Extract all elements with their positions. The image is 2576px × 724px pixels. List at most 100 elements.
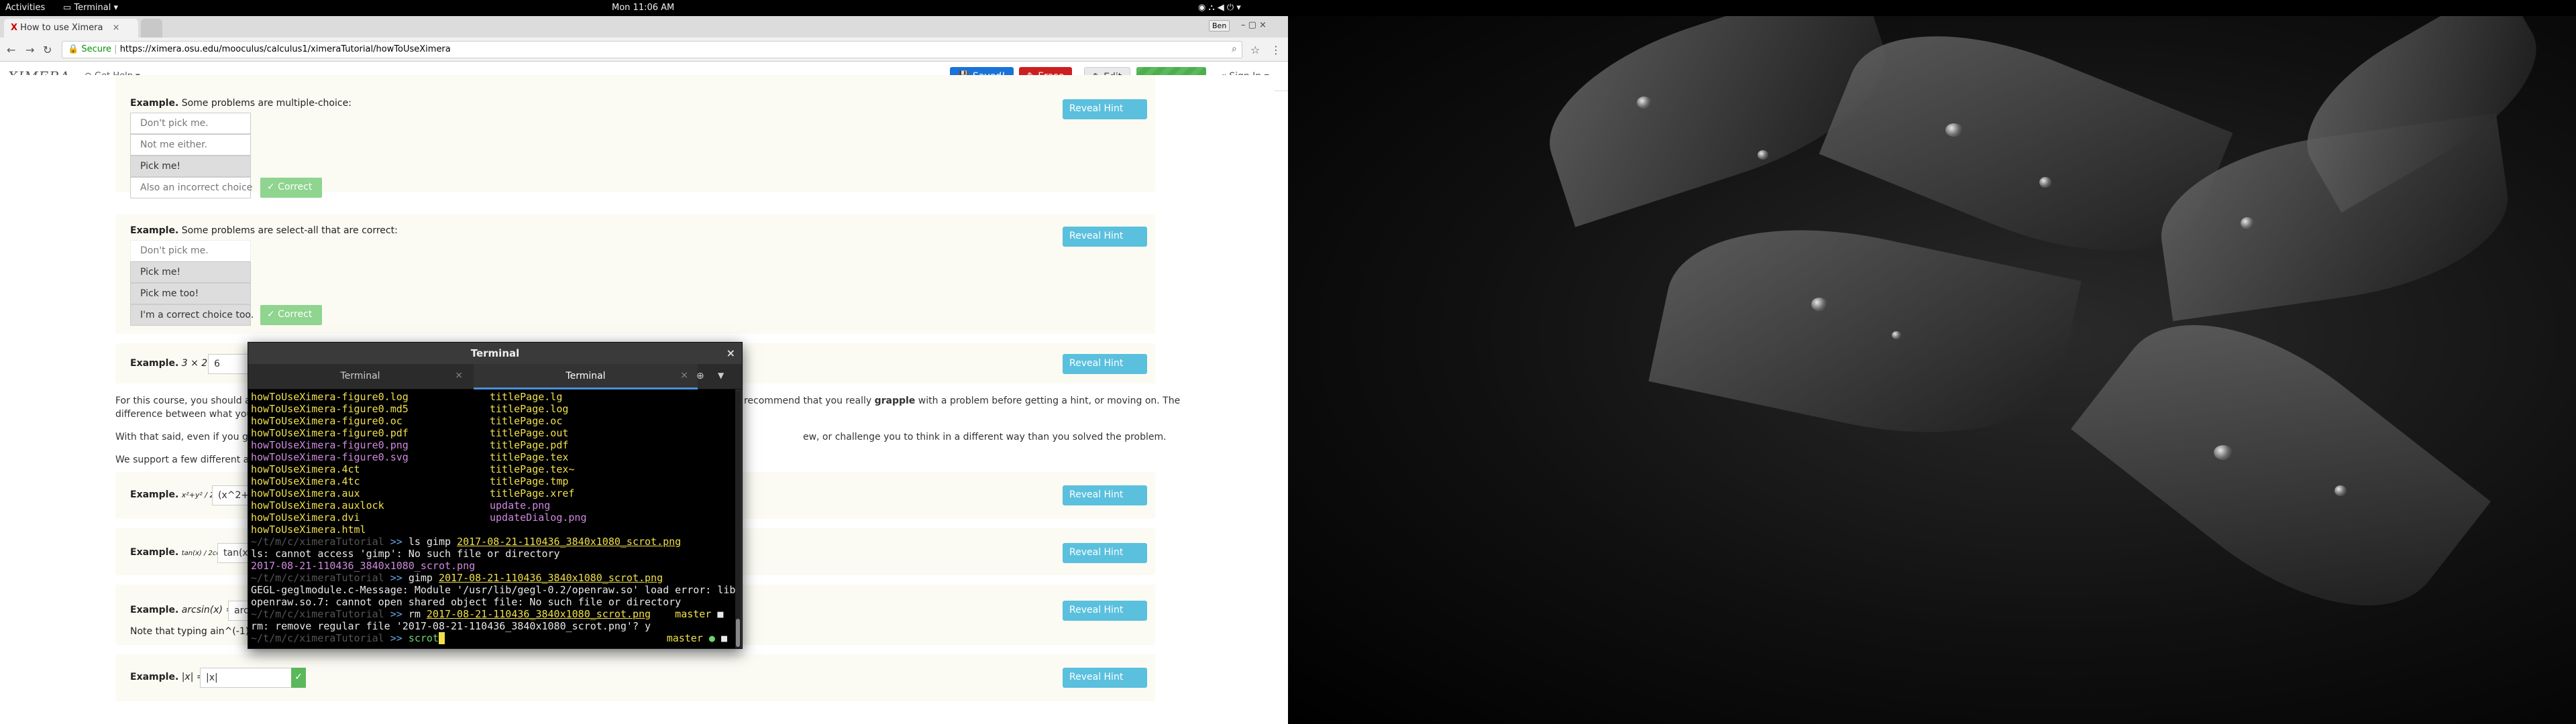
leaf-shape [1648, 197, 2082, 465]
back-icon[interactable]: ← [7, 44, 15, 56]
user-chip[interactable]: Ben [1209, 20, 1230, 32]
activities-button[interactable]: Activities [5, 3, 45, 13]
lock-icon: 🔒 [68, 44, 79, 54]
paragraph-text: We support a few different ans [115, 455, 260, 465]
reveal-hint-button[interactable]: Reveal Hint [1063, 668, 1147, 688]
new-tab-button[interactable] [141, 19, 162, 38]
terminal-line: rm: remove regular file '2017-08-21-1104… [251, 620, 651, 632]
reveal-hint-button[interactable]: Reveal Hint [1063, 354, 1147, 374]
app-menu-label: Terminal [74, 3, 111, 13]
terminal-titlebar[interactable]: Terminal × [248, 343, 742, 364]
terminal-line: ~/t/m/c/ximeraTutorial >> scrot master ●… [251, 632, 727, 644]
file-listing: howToUseXimera-figure0.log howToUseXimera… [251, 391, 733, 536]
browser-tab-bar: X How to use Ximera × Ben – ▢ × [0, 16, 1288, 38]
example-heading: Example. arcsin(x) = [130, 605, 234, 615]
file-entry: titlePage.oc [490, 415, 563, 427]
example-heading: Example. Some problems are select-all th… [130, 225, 398, 236]
file-entry: titlePage.lg [490, 391, 563, 403]
file-entry: updateDialog.png [490, 511, 587, 524]
example-heading: Example. 3 × 2 = [130, 358, 219, 369]
file-entry: titlePage.tex [490, 451, 569, 463]
paragraph-text: difference between what you le [115, 409, 264, 420]
chevron-down-icon[interactable]: ▼ [718, 371, 724, 380]
file-entry: titlePage.tmp [490, 475, 569, 487]
terminal-window[interactable]: Terminal × Terminal × Terminal × ⊕ ▼ howTo… [248, 342, 743, 649]
terminal-line: GEGL-geglmodule.c-Message: Module '/usr/… [251, 584, 735, 596]
terminal-scrollbar[interactable] [735, 391, 741, 648]
file-entry: titlePage.log [490, 403, 569, 415]
menu-icon[interactable]: ⋮ [1271, 44, 1281, 56]
reveal-hint-button[interactable]: Reveal Hint [1063, 543, 1147, 563]
file-column: titlePage.lg titlePage.log titlePage.oc tit… [490, 391, 587, 524]
choice-option[interactable]: Not me either. [130, 134, 251, 156]
ximera-favicon-icon: X [11, 23, 18, 33]
close-icon[interactable]: × [680, 370, 688, 381]
reveal-hint-button[interactable]: Reveal Hint [1063, 485, 1147, 505]
terminal-line: ~/t/m/c/ximeraTutorial >> gimp 2017-08-2… [251, 572, 663, 584]
example-heading: Example. Some problems are multiple-choi… [130, 98, 352, 109]
terminal-line: ~/t/m/c/ximeraTutorial >> rm 2017-08-21-… [251, 608, 724, 620]
water-drop [1811, 298, 1827, 311]
water-drop [1892, 331, 1901, 339]
choice-option-selected[interactable]: Pick me too! [130, 283, 251, 304]
file-entry: howToUseXimera.html [251, 524, 366, 536]
system-status-icons[interactable]: ◉ ⛬ ◀ ⏻ ▾ [1198, 3, 1241, 13]
terminal-tab-label: Terminal [566, 371, 606, 381]
leaf-shape [2071, 270, 2491, 660]
choice-option-selected[interactable]: Pick me! [130, 156, 251, 177]
terminal-tab-label: Terminal [340, 371, 380, 381]
reload-icon[interactable]: ↻ [43, 44, 52, 56]
terminal-line: openraw.so.7: cannot open shared object … [251, 596, 682, 608]
reveal-hint-button[interactable]: Reveal Hint [1063, 99, 1147, 119]
correct-badge[interactable]: ✓ Correct [260, 305, 322, 325]
close-icon[interactable]: × [113, 23, 120, 33]
choice-option-selected[interactable]: Pick me! [130, 261, 251, 283]
terminal-line: ~/t/m/c/ximeraTutorial >> ls gimp 2017-0… [251, 536, 682, 548]
answer-input[interactable]: |x| [200, 668, 294, 688]
file-entry: update.png [490, 499, 551, 511]
choice-option[interactable]: Don't pick me. [130, 113, 251, 134]
clock[interactable]: Mon 11:06 AM [612, 3, 674, 13]
water-drop [1758, 150, 1768, 160]
app-menu[interactable]: ▭ Terminal ▾ [63, 3, 118, 13]
browser-tab-title: How to use Ximera [20, 23, 103, 33]
example-heading: Example. |x| = [130, 672, 205, 682]
close-icon[interactable]: × [455, 370, 463, 381]
terminal-tab-active[interactable]: Terminal × [474, 364, 698, 389]
search-icon[interactable]: ⌕ [1232, 44, 1237, 54]
secure-label: Secure [81, 44, 112, 54]
desktop-wallpaper [1288, 16, 2576, 724]
file-entry: titlePage.tex~ [490, 463, 575, 475]
file-entry: titlePage.xref [490, 487, 575, 499]
url-bar[interactable]: 🔒 Secure | https://ximera.osu.edu/moocul… [62, 41, 1242, 58]
correct-badge[interactable]: ✓ Correct [260, 178, 322, 198]
choice-option[interactable]: Don't pick me. [130, 240, 251, 261]
window-controls[interactable]: – ▢ × [1241, 20, 1267, 30]
checkmark-icon[interactable]: ✓ [291, 668, 306, 688]
file-entry: titlePage.pdf [490, 439, 569, 451]
terminal-line: 2017-08-21-110436_3840x1080_scrot.png [251, 560, 476, 572]
reveal-hint-button[interactable]: Reveal Hint [1063, 227, 1147, 247]
url-text: https://ximera.osu.edu/mooculus/calculus… [119, 44, 451, 54]
omnibox-bar: ← → ↻ 🔒 Secure | https://ximera.osu.edu/… [0, 38, 1288, 62]
terminal-tab-bar: Terminal × Terminal × ⊕ ▼ [248, 364, 742, 389]
new-tab-icon[interactable]: ⊕ [696, 371, 704, 381]
terminal-tab[interactable]: Terminal × [248, 364, 472, 389]
terminal-title: Terminal [470, 347, 520, 359]
reveal-hint-button[interactable]: Reveal Hint [1063, 601, 1147, 621]
water-drop [1637, 97, 1652, 109]
scrollbar-thumb[interactable] [736, 619, 740, 647]
forward-icon[interactable]: → [25, 44, 34, 56]
choice-option-selected[interactable]: I'm a correct choice too. [130, 304, 254, 326]
answer-input[interactable]: (x^2+y [212, 485, 254, 505]
browser-tab[interactable]: X How to use Ximera × [4, 19, 138, 38]
choice-option[interactable]: Also an incorrect choice [130, 177, 252, 198]
gnome-top-bar: Activities ▭ Terminal ▾ Mon 11:06 AM ◉ ⛬… [0, 0, 2576, 16]
water-drop [2334, 485, 2347, 496]
terminal-output[interactable]: howToUseXimera-figure0.log howToUseXimera… [248, 389, 735, 648]
close-icon[interactable]: × [727, 347, 735, 359]
water-drop [2039, 177, 2051, 188]
star-icon[interactable]: ☆ [1250, 44, 1260, 56]
water-drop [1945, 123, 1963, 137]
terminal-line: ls: cannot access 'gimp': No such file o… [251, 548, 560, 560]
